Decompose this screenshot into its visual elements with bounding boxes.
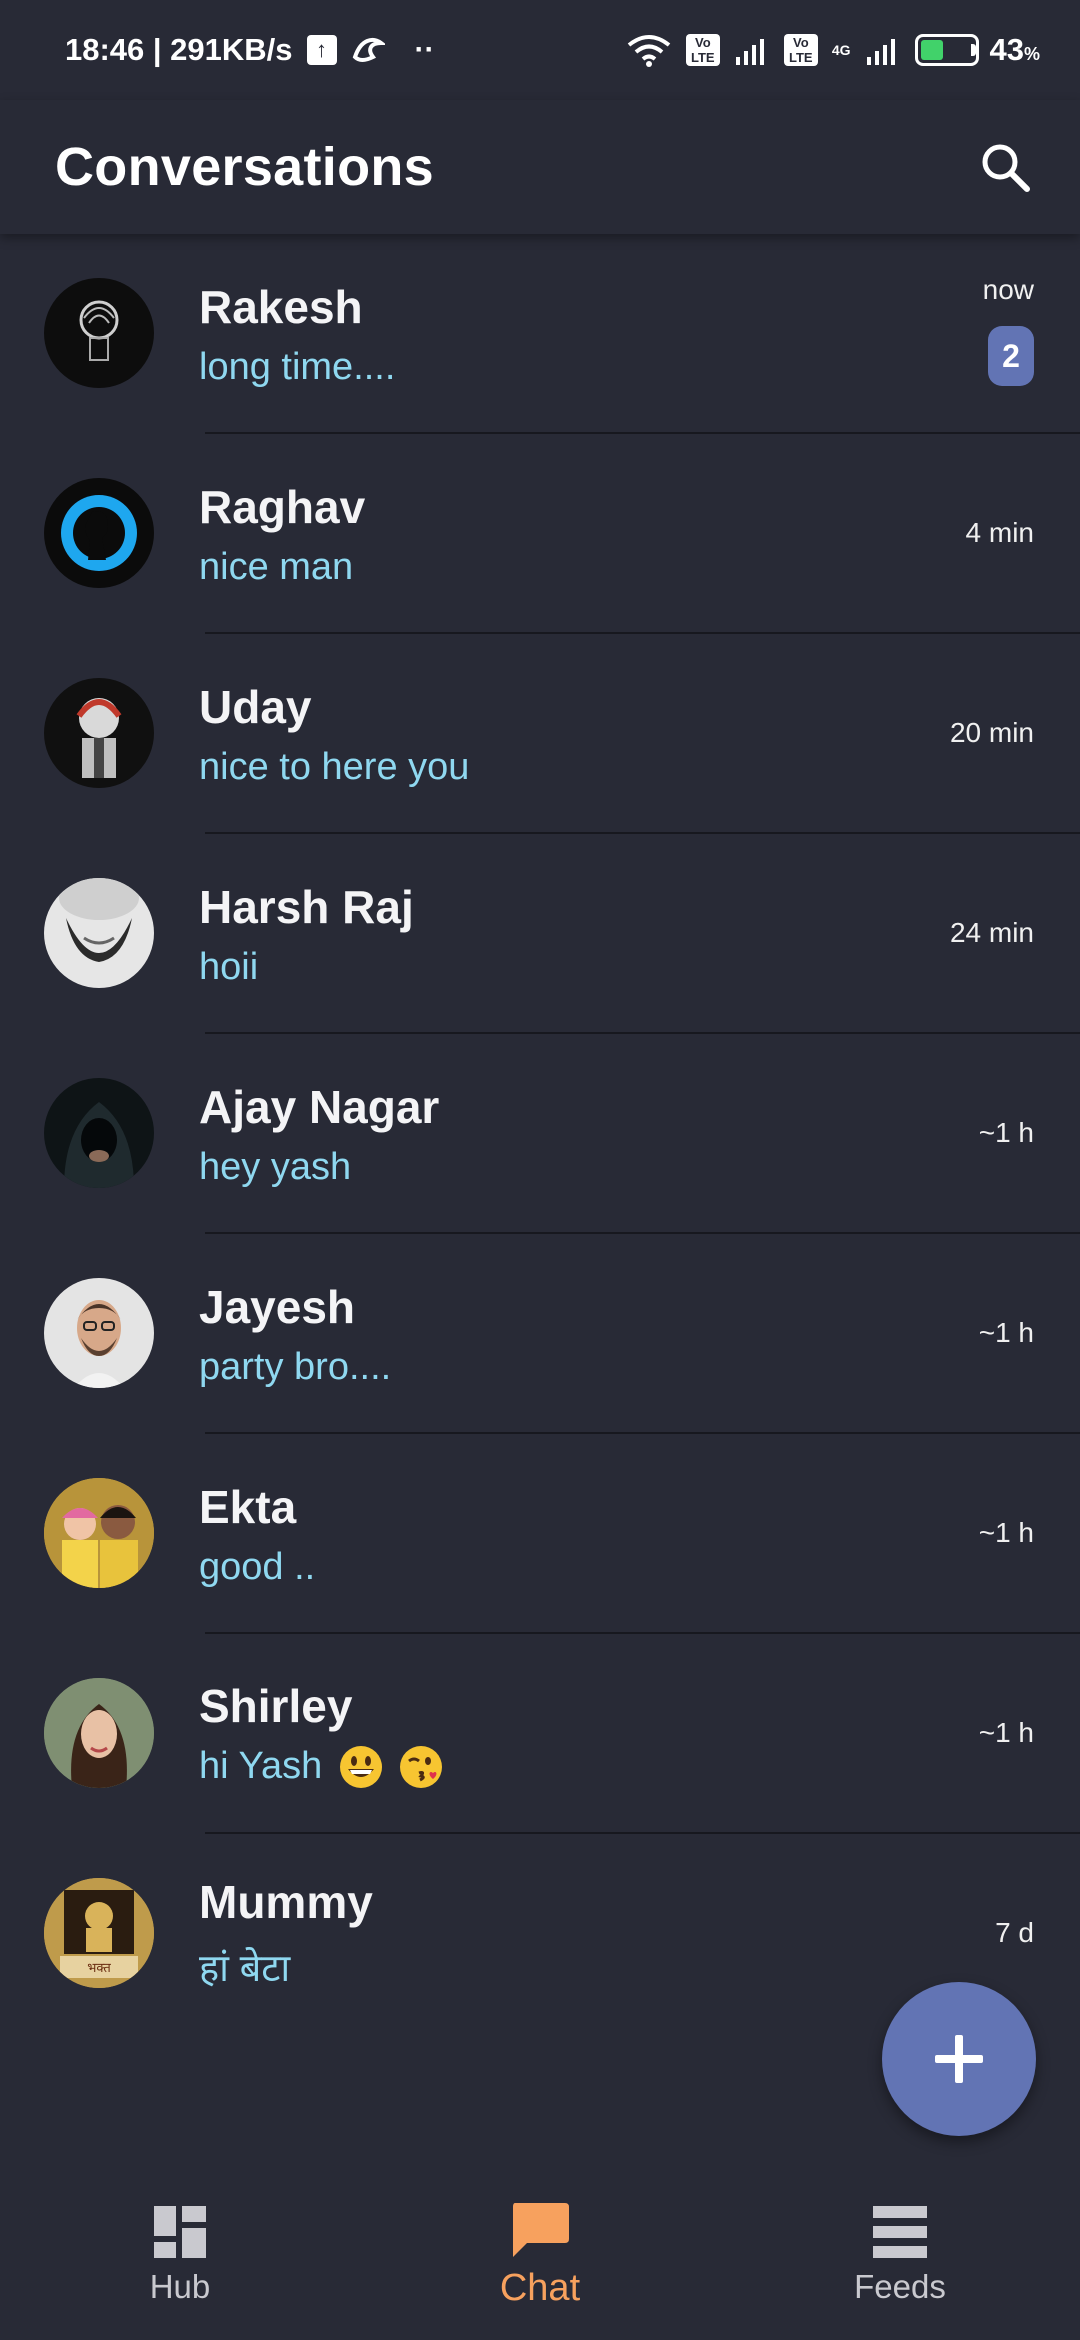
dashboard-icon	[154, 2206, 206, 2258]
conversation-row[interactable]: Harsh Raj hoii 24 min	[44, 834, 1080, 1034]
signal-icon-1	[734, 35, 770, 65]
svg-text:भक्त: भक्त	[87, 1961, 111, 1976]
last-message: long time....	[199, 345, 396, 388]
conversation-row[interactable]: Ekta good .. ~1 h	[44, 1434, 1080, 1634]
app-notification-icon	[351, 35, 385, 65]
new-conversation-button[interactable]	[882, 1982, 1036, 2136]
avatar	[44, 1278, 154, 1388]
nav-feeds[interactable]: Feeds	[750, 2204, 1050, 2306]
avatar	[44, 1078, 154, 1188]
unread-count-badge: 2	[988, 326, 1034, 386]
avatar	[44, 1678, 154, 1788]
contact-name: Ekta	[199, 1480, 297, 1533]
conversation-row[interactable]: Raghav nice man 4 min	[44, 434, 1080, 634]
battery-percent: 43%	[989, 32, 1041, 67]
message-time: ~1 h	[978, 1717, 1034, 1748]
nav-hub[interactable]: Hub	[30, 2204, 330, 2306]
conversation-row[interactable]: Ajay Nagar hey yash ~1 h	[44, 1034, 1080, 1234]
more-notifications-icon: ··	[414, 33, 435, 66]
message-time: 7 d	[995, 1917, 1034, 1948]
wifi-icon	[626, 33, 672, 67]
search-button[interactable]	[970, 132, 1040, 202]
last-message: nice to here you	[199, 745, 470, 788]
app-header: Conversations	[0, 100, 1080, 234]
page-title: Conversations	[55, 137, 434, 197]
contact-name: Raghav	[199, 480, 366, 533]
volte-icon-1: Vo LTE	[685, 34, 720, 66]
nav-feeds-label: Feeds	[854, 2268, 946, 2305]
last-message: hey yash	[199, 1145, 352, 1188]
message-time: 24 min	[949, 917, 1034, 948]
contact-name: Ajay Nagar	[199, 1080, 440, 1133]
message-time: ~1 h	[978, 1117, 1034, 1148]
nav-chat[interactable]: Chat	[390, 2201, 690, 2310]
avatar: भक्त	[44, 1878, 154, 1988]
status-time-speed: 18:46 | 291KB/s	[65, 32, 293, 67]
conversation-row[interactable]: Shirley hi Yash ~1 h	[44, 1634, 1080, 1834]
last-message: hoii	[199, 945, 259, 988]
conversation-row[interactable]: Rakesh long time.... now 2	[44, 234, 1080, 434]
search-icon	[982, 144, 1030, 192]
kissing-wink-emoji-icon	[399, 1745, 443, 1789]
contact-name: Jayesh	[199, 1280, 356, 1333]
conversation-row[interactable]: Uday nice to here you 20 min	[44, 634, 1080, 834]
message-time: 20 min	[949, 717, 1034, 748]
avatar	[44, 278, 154, 388]
message-time: now	[982, 274, 1034, 305]
bottom-navigation: Hub Chat Feeds	[0, 2170, 1080, 2340]
last-message: party bro....	[199, 1345, 392, 1388]
message-time: ~1 h	[978, 1517, 1034, 1548]
avatar	[44, 878, 154, 988]
contact-name: Harsh Raj	[199, 880, 414, 933]
feeds-list-icon	[873, 2206, 927, 2258]
chat-bubble-icon	[513, 2202, 569, 2257]
upload-icon: ↑	[306, 35, 337, 65]
contact-name: Shirley	[199, 1679, 353, 1732]
contact-name: Rakesh	[199, 280, 363, 333]
avatar	[44, 678, 154, 788]
nav-chat-label: Chat	[499, 2266, 581, 2309]
contact-name: Mummy	[199, 1876, 373, 1928]
contact-name: Uday	[199, 680, 312, 733]
avatar	[44, 1478, 154, 1588]
signal-icon-2	[865, 35, 901, 65]
nav-hub-label: Hub	[149, 2268, 211, 2305]
volte-icon-2: Vo LTE	[783, 34, 818, 66]
grinning-emoji-icon	[339, 1745, 383, 1789]
message-time: ~1 h	[978, 1317, 1034, 1348]
network-4g-label: 4G	[831, 42, 851, 58]
battery-icon	[914, 34, 979, 66]
conversation-row[interactable]: Jayesh party bro.... ~1 h	[44, 1234, 1080, 1434]
message-time: 4 min	[965, 517, 1034, 548]
avatar	[44, 478, 154, 588]
last-message: nice man	[199, 545, 354, 588]
status-bar: 18:46 | 291KB/s ↑ ·· Vo LTE Vo LTE 4G 43…	[0, 0, 1080, 100]
last-message: hi Yash	[199, 1745, 1080, 1790]
plus-icon	[935, 2035, 983, 2083]
conversation-list: Rakesh long time.... now 2 Raghav nice m…	[0, 234, 1080, 2032]
last-message: good ..	[199, 1545, 316, 1588]
